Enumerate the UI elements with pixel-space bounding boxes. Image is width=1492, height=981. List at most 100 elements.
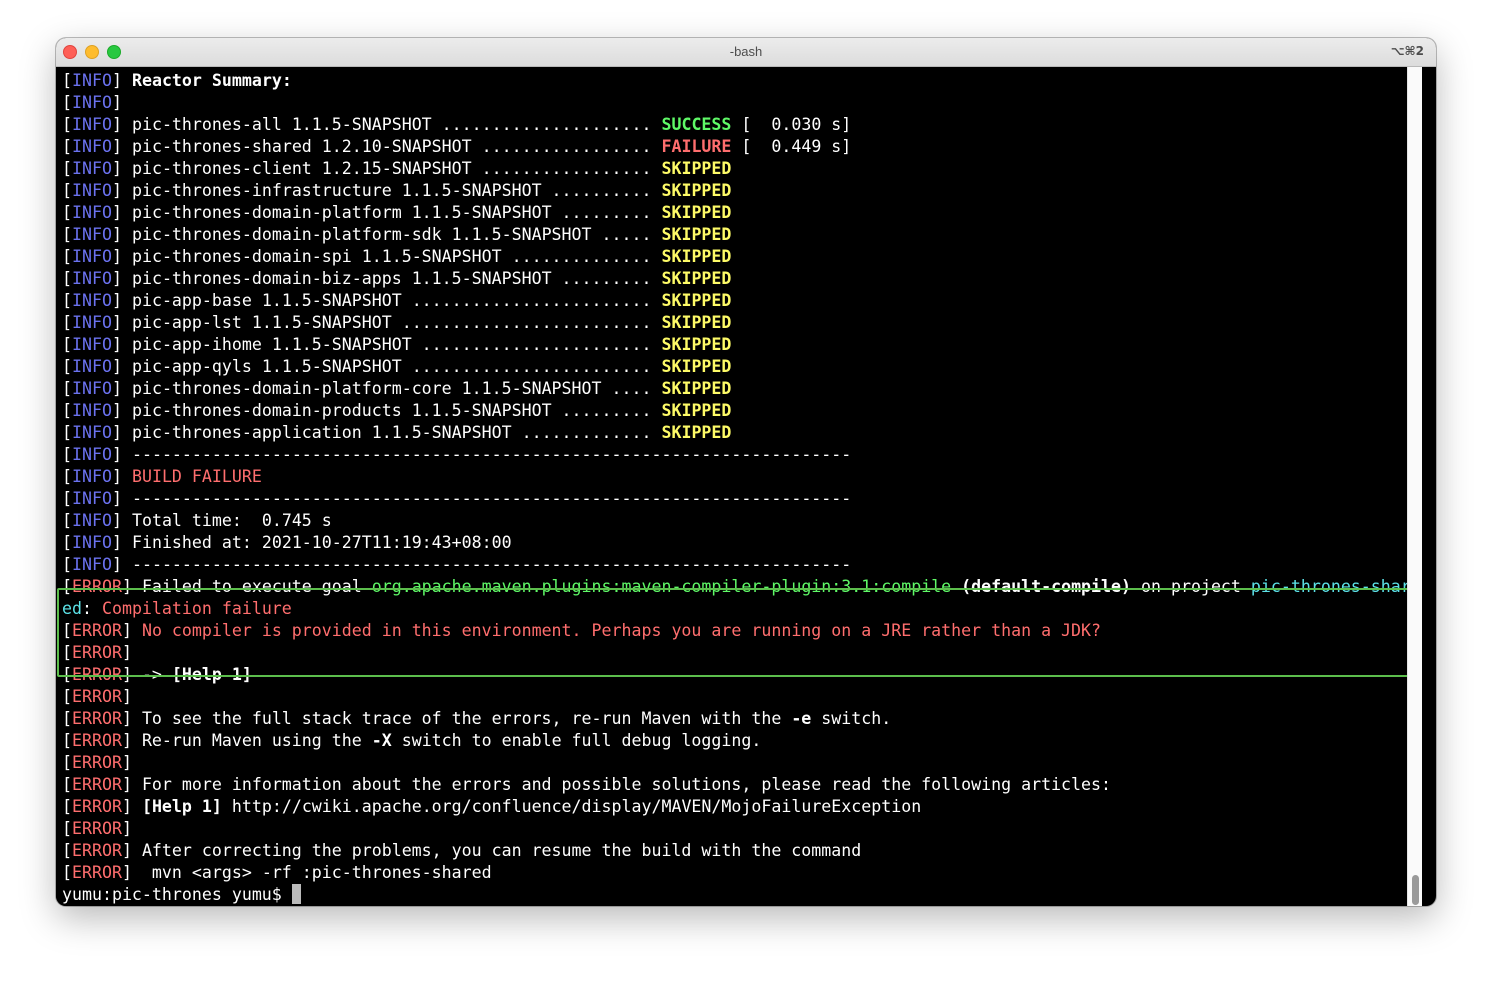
help-url: http://cwiki.apache.org/confluence/displ… — [221, 797, 922, 816]
terminal-line: [INFO] ---------------------------------… — [62, 555, 851, 574]
reactor-module-line: [INFO] pic-app-lst 1.1.5-SNAPSHOT ......… — [62, 313, 731, 332]
terminal-line: [ERROR] — [62, 819, 132, 838]
error-tag: [ERROR] — [62, 643, 132, 662]
info-tag-label: INFO — [72, 269, 112, 288]
info-tag-label: INFO — [72, 93, 112, 112]
compilation-failure: Compilation failure — [101, 599, 292, 618]
module-status: SUCCESS — [661, 115, 732, 134]
module-status: SKIPPED — [661, 379, 732, 398]
info-tag-label: INFO — [72, 137, 112, 156]
error-tag-label: ERROR — [72, 863, 122, 882]
terminal-line: [INFO] ---------------------------------… — [62, 489, 851, 508]
terminal-line: [ERROR] After correcting the problems, y… — [62, 841, 861, 860]
after-correcting-text: After correcting the problems, you can r… — [131, 841, 862, 860]
terminal-line: [INFO] ---------------------------------… — [62, 445, 851, 464]
info-tag: [INFO] — [62, 533, 122, 552]
project-name-wrap: ed — [62, 599, 82, 618]
error-tag: [ERROR] — [62, 709, 132, 728]
reactor-module-line: [INFO] pic-thrones-domain-spi 1.1.5-SNAP… — [62, 247, 731, 266]
error-tag-label: ERROR — [72, 621, 122, 640]
module-status: SKIPPED — [661, 269, 732, 288]
error-tag-label: ERROR — [72, 775, 122, 794]
error-goal-prefix: Failed to execute goal — [131, 577, 372, 596]
info-tag: [INFO] — [62, 93, 122, 112]
plugin-name: org.apache.maven.plugins:maven-compiler-… — [371, 577, 952, 596]
build-failure-label: BUILD FAILURE — [131, 467, 262, 486]
module-name: pic-thrones-domain-biz-apps 1.1.5-SNAPSH… — [131, 269, 662, 288]
error-tag: [ERROR] — [62, 621, 132, 640]
reactor-module-line: [INFO] pic-app-base 1.1.5-SNAPSHOT .....… — [62, 291, 731, 310]
info-tag-label: INFO — [72, 159, 112, 178]
info-tag: [INFO] — [62, 159, 122, 178]
execution-id: (default-compile) — [961, 577, 1132, 596]
info-tag-label: INFO — [72, 335, 112, 354]
error-tag: [ERROR] — [62, 775, 132, 794]
info-tag-label: INFO — [72, 357, 112, 376]
error-tag: [ERROR] — [62, 753, 132, 772]
shell-prompt: yumu:pic-thrones yumu$ — [62, 885, 292, 904]
info-tag: [INFO] — [62, 401, 122, 420]
module-name: pic-app-qyls 1.1.5-SNAPSHOT ............… — [131, 357, 662, 376]
error-tag-label: ERROR — [72, 797, 122, 816]
terminal-line: [ERROR] Re-run Maven using the -X switch… — [62, 731, 761, 750]
error-tag-label: ERROR — [72, 819, 122, 838]
terminal-line: [INFO] Finished at: 2021-10-27T11:19:43+… — [62, 533, 512, 552]
terminal-window: -bash ⌥⌘2 [INFO] Reactor Summary: [INFO]… — [56, 38, 1436, 906]
info-tag: [INFO] — [62, 489, 122, 508]
module-name: pic-thrones-all 1.1.5-SNAPSHOT .........… — [131, 115, 662, 134]
info-tag: [INFO] — [62, 467, 122, 486]
text-cursor — [291, 884, 301, 904]
info-tag-label: INFO — [72, 555, 112, 574]
module-name: pic-app-base 1.1.5-SNAPSHOT ............… — [131, 291, 662, 310]
info-tag: [INFO] — [62, 357, 122, 376]
terminal-line: [ERROR] [Help 1] http://cwiki.apache.org… — [62, 797, 921, 816]
separator: ----------------------------------------… — [131, 445, 852, 464]
error-tag-label: ERROR — [72, 841, 122, 860]
info-tag: [INFO] — [62, 291, 122, 310]
x-flag: -X — [371, 731, 392, 750]
error-tag-label: ERROR — [72, 687, 122, 706]
module-status: SKIPPED — [661, 247, 732, 266]
project-name: pic-thrones-shar — [1250, 577, 1411, 596]
reactor-module-line: [INFO] pic-thrones-domain-platform 1.1.5… — [62, 203, 731, 222]
resume-command: mvn <args> -rf :pic-thrones-shared — [131, 863, 492, 882]
info-tag-label: INFO — [72, 489, 112, 508]
terminal-output[interactable]: [INFO] Reactor Summary: [INFO] [INFO] pi… — [56, 67, 1422, 906]
module-name: pic-thrones-shared 1.2.10-SNAPSHOT .....… — [131, 137, 662, 156]
reactor-module-line: [INFO] pic-thrones-client 1.2.15-SNAPSHO… — [62, 159, 731, 178]
info-tag: [INFO] — [62, 115, 122, 134]
terminal-line: [INFO] BUILD FAILURE — [62, 467, 262, 486]
info-tag-label: INFO — [72, 423, 112, 442]
info-tag-label: INFO — [72, 401, 112, 420]
info-tag-label: INFO — [72, 203, 112, 222]
info-tag: [INFO] — [62, 335, 122, 354]
module-name: pic-thrones-client 1.2.15-SNAPSHOT .....… — [131, 159, 662, 178]
info-tag: [INFO] — [62, 555, 122, 574]
reactor-module-line: [INFO] pic-thrones-domain-platform-core … — [62, 379, 731, 398]
error-tag: [ERROR] — [62, 797, 132, 816]
info-tag: [INFO] — [62, 71, 122, 90]
module-status: SKIPPED — [661, 401, 732, 420]
title-bar[interactable]: -bash ⌥⌘2 — [56, 38, 1436, 67]
scrollbar[interactable] — [1407, 67, 1422, 906]
info-tag-label: INFO — [72, 225, 112, 244]
module-time: [ 0.030 s] — [731, 115, 852, 134]
error-tag-label: ERROR — [72, 709, 122, 728]
error-tag: [ERROR] — [62, 841, 132, 860]
reactor-module-line: [INFO] pic-app-qyls 1.1.5-SNAPSHOT .....… — [62, 357, 731, 376]
shell-prompt-line[interactable]: yumu:pic-thrones yumu$ — [62, 884, 301, 904]
terminal-line: [ERROR] — [62, 687, 132, 706]
terminal-line: [INFO] Reactor Summary: — [62, 71, 292, 90]
reactor-module-line: [INFO] pic-thrones-application 1.1.5-SNA… — [62, 423, 731, 442]
module-name: pic-thrones-domain-spi 1.1.5-SNAPSHOT ..… — [131, 247, 662, 266]
info-tag-label: INFO — [72, 291, 112, 310]
error-tag-label: ERROR — [72, 643, 122, 662]
module-status: SKIPPED — [661, 159, 732, 178]
module-name: pic-thrones-infrastructure 1.1.5-SNAPSHO… — [131, 181, 662, 200]
module-status: SKIPPED — [661, 335, 732, 354]
e-flag: -e — [791, 709, 812, 728]
module-status: SKIPPED — [661, 423, 732, 442]
more-info-text: For more information about the errors an… — [131, 775, 1112, 794]
on-project: on project — [1131, 577, 1251, 596]
scrollbar-thumb[interactable] — [1412, 875, 1419, 905]
